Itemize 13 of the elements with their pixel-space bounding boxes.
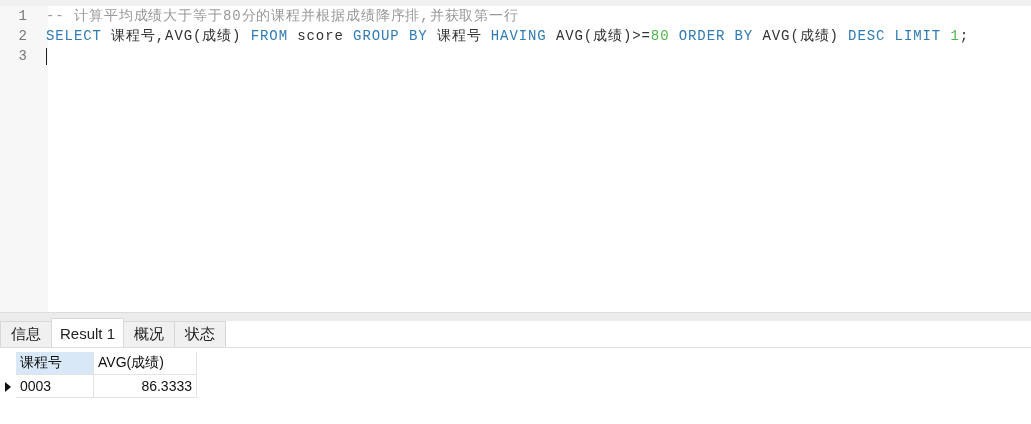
- column-header[interactable]: AVG(成绩): [94, 352, 197, 375]
- code-line: SELECT 课程号,AVG(成绩) FROM score GROUP BY 课程号 HAVING AVG(成绩)>=80 ORDER BY AVG(成绩) DESC LIMIT 1;: [46, 27, 970, 45]
- line-number: 2: [17, 28, 28, 44]
- splitter-bar[interactable]: [0, 312, 1031, 321]
- table-cell: 0003: [16, 375, 94, 398]
- column-header[interactable]: 课程号: [16, 352, 94, 375]
- code-line: -- 计算平均成绩大于等于80分的课程并根据成绩降序排,并获取第一行: [46, 7, 519, 25]
- result-tab[interactable]: 信息: [0, 321, 52, 347]
- table-cell: 86.3333: [94, 375, 197, 398]
- line-number: 3: [17, 48, 28, 64]
- result-tab[interactable]: 概况: [123, 321, 176, 347]
- result-tab[interactable]: 状态: [174, 321, 227, 347]
- line-number: 1: [17, 8, 28, 24]
